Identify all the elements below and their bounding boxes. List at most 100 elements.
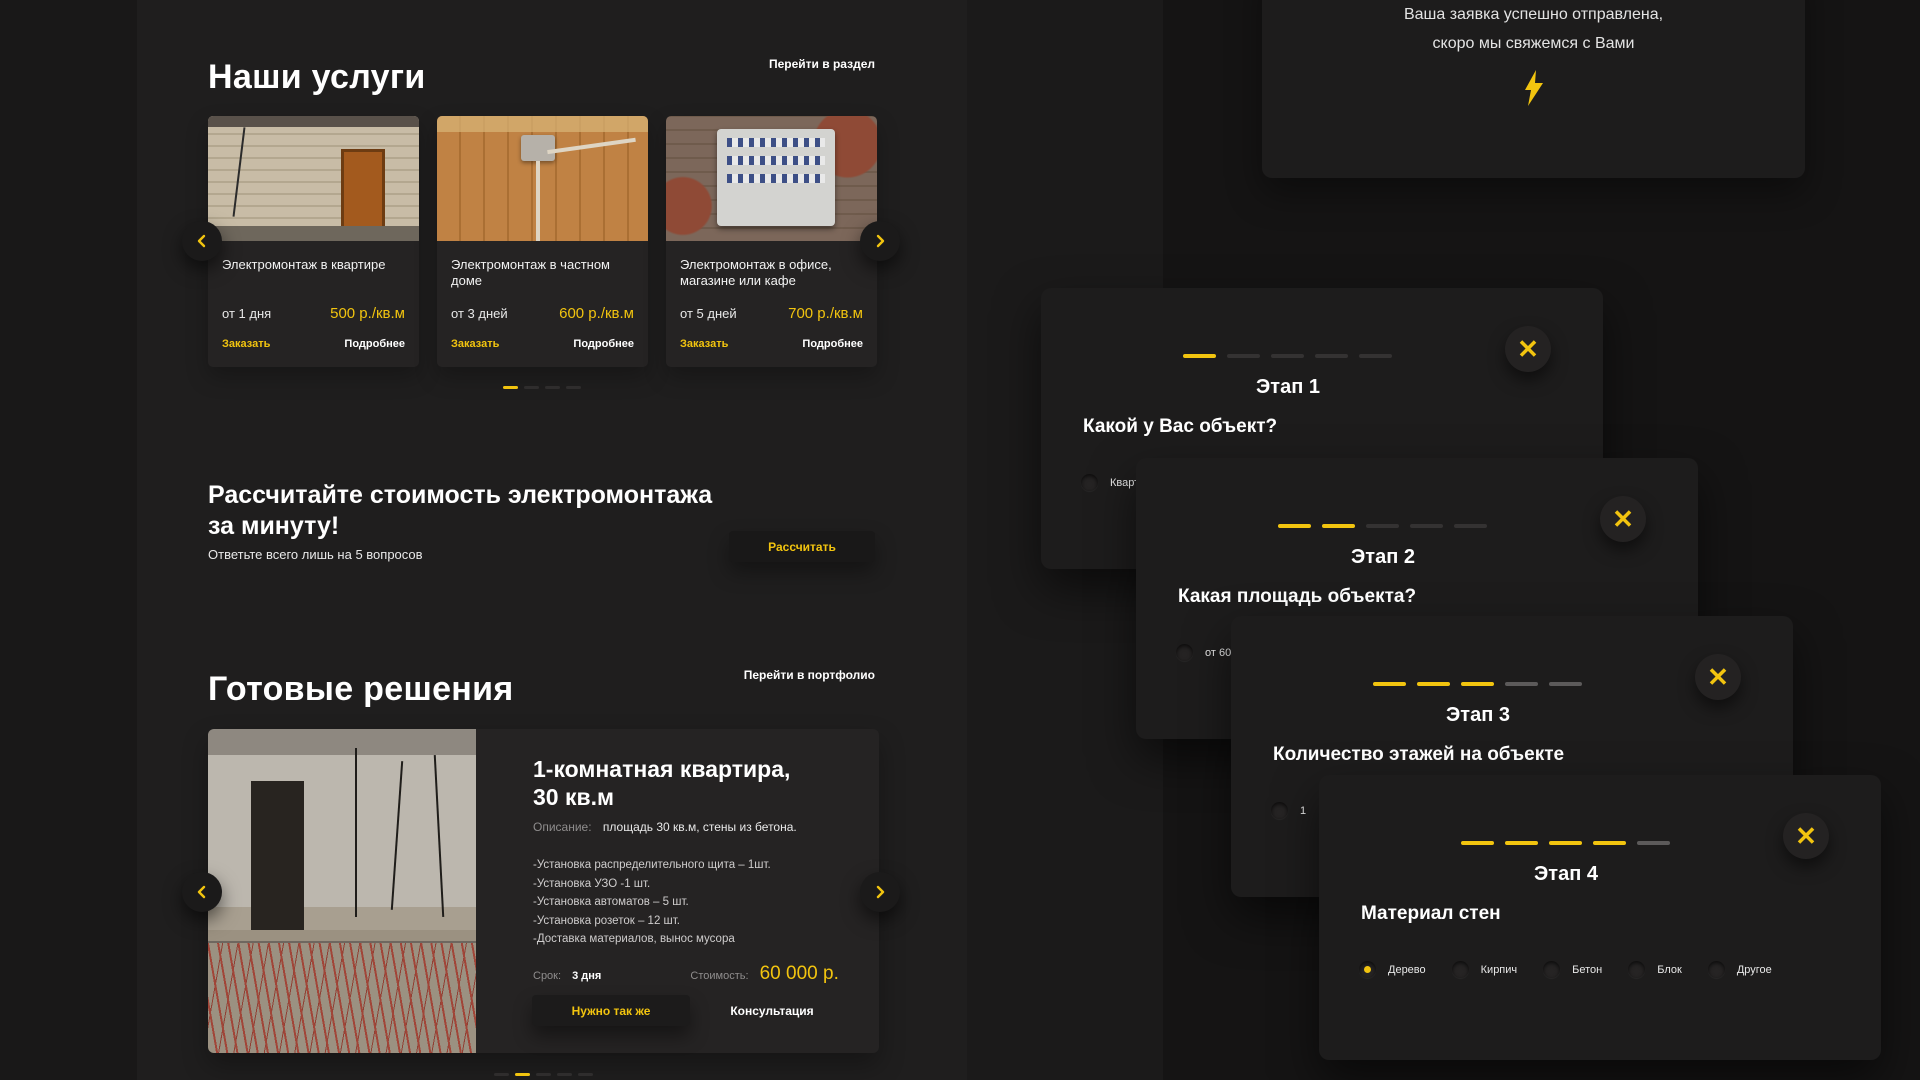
pagination-dot[interactable] — [503, 386, 518, 389]
close-button[interactable]: ✕ — [1783, 813, 1829, 859]
details-button[interactable]: Подробнее — [802, 338, 863, 350]
quiz-dialog-stage-4: Этап 4 Материал стен Дерево Кирпич Бетон… — [1319, 775, 1881, 1060]
radio-option[interactable]: 1 — [1271, 802, 1306, 819]
pagination-dot[interactable] — [494, 1073, 509, 1076]
portfolio-item-title-line2: 30 кв.м — [533, 783, 790, 811]
need-same-button[interactable]: Нужно так же — [532, 995, 690, 1026]
service-photo-wooden-house — [437, 116, 648, 241]
order-button[interactable]: Заказать — [222, 338, 270, 350]
portfolio-next-button[interactable] — [860, 872, 900, 912]
success-toast: Ваша заявка успешно отправлена, скоро мы… — [1262, 0, 1805, 178]
photo-detail — [434, 755, 444, 917]
radio-label: Кирпич — [1481, 964, 1518, 976]
photo-detail — [536, 161, 540, 241]
close-button[interactable]: ✕ — [1505, 326, 1551, 372]
service-price: 700 р./кв.м — [788, 305, 863, 322]
chevron-left-icon — [195, 885, 209, 899]
close-icon: ✕ — [1517, 336, 1539, 362]
photo-detail — [727, 174, 825, 183]
progress-segment — [1454, 524, 1487, 528]
services-prev-button[interactable] — [182, 221, 222, 261]
service-term: от 3 дней — [451, 306, 508, 321]
stage-title: Этап 3 — [1197, 704, 1759, 727]
quiz-question: Количество этажей на объекте — [1273, 744, 1564, 766]
service-card-title: Электромонтаж в офисе, магазине или кафе — [680, 257, 863, 289]
service-card-body: Электромонтаж в офисе, магазине или кафе… — [666, 241, 877, 350]
progress-segment — [1183, 354, 1216, 358]
radio-label: Дерево — [1388, 964, 1426, 976]
toast-line1: Ваша заявка успешно отправлена, — [1262, 6, 1805, 24]
pagination-dot[interactable] — [545, 386, 560, 389]
radio-icon — [1176, 644, 1193, 661]
portfolio-section-link[interactable]: Перейти в портфолио — [744, 668, 875, 682]
portfolio-item-title-line1: 1-комнатная квартира, — [533, 755, 790, 783]
photo-detail — [355, 748, 357, 916]
cost-value: 60 000 р. — [760, 963, 839, 984]
radio-option-wood[interactable]: Дерево — [1359, 961, 1426, 978]
work-list-item: -Доставка материалов, вынос мусора — [533, 930, 771, 949]
quiz-options: Дерево Кирпич Бетон Блок Другое — [1359, 961, 1772, 978]
chevron-right-icon — [873, 885, 887, 899]
pagination-dot[interactable] — [557, 1073, 572, 1076]
progress-segment — [1505, 841, 1538, 845]
photo-detail — [390, 762, 402, 911]
progress-segment — [1322, 524, 1355, 528]
chevron-right-icon — [873, 234, 887, 248]
portfolio-description: Описание: площадь 30 кв.м, стены из бето… — [533, 820, 797, 834]
pagination-dot[interactable] — [524, 386, 539, 389]
details-button[interactable]: Подробнее — [573, 338, 634, 350]
progress-segment — [1593, 841, 1626, 845]
close-icon: ✕ — [1612, 506, 1634, 532]
services-section-link[interactable]: Перейти в раздел — [769, 57, 875, 71]
portfolio-card: 1-комнатная квартира, 30 кв.м Описание: … — [208, 729, 879, 1053]
progress-segment — [1505, 682, 1538, 686]
cost-label: Стоимость: — [690, 970, 748, 982]
radio-option-other[interactable]: Другое — [1708, 961, 1772, 978]
progress-segment — [1315, 354, 1348, 358]
service-photo-apartment — [208, 116, 419, 241]
description-value: площадь 30 кв.м, стены из бетона. — [603, 820, 797, 834]
progress-segment — [1373, 682, 1406, 686]
radio-label: Блок — [1657, 964, 1682, 976]
photo-detail — [232, 127, 245, 217]
background-strip-left — [0, 0, 137, 1080]
progress-bar — [1183, 354, 1392, 358]
calculate-button[interactable]: Рассчитать — [729, 531, 875, 562]
progress-segment — [1366, 524, 1399, 528]
radio-icon — [1543, 961, 1560, 978]
close-button[interactable]: ✕ — [1695, 654, 1741, 700]
photo-detail — [208, 943, 476, 1053]
services-card-list: Электромонтаж в квартире от 1 дня 500 р.… — [208, 116, 877, 367]
photo-detail — [251, 781, 305, 930]
radio-option-concrete[interactable]: Бетон — [1543, 961, 1602, 978]
stage-title: Этап 1 — [1007, 376, 1569, 399]
pagination-dot[interactable] — [515, 1073, 530, 1076]
term-value: 3 дня — [572, 970, 601, 982]
details-button[interactable]: Подробнее — [344, 338, 405, 350]
radio-icon — [1708, 961, 1725, 978]
calculator-subtitle: Ответьте всего лишь на 5 вопросов — [208, 547, 423, 562]
stage-title: Этап 4 — [1285, 863, 1847, 886]
services-next-button[interactable] — [860, 221, 900, 261]
photo-detail — [208, 226, 419, 241]
progress-segment — [1461, 682, 1494, 686]
close-button[interactable]: ✕ — [1600, 496, 1646, 542]
service-card: Электромонтаж в квартире от 1 дня 500 р.… — [208, 116, 419, 367]
order-button[interactable]: Заказать — [680, 338, 728, 350]
consultation-button[interactable]: Консультация — [712, 995, 832, 1026]
radio-icon — [1628, 961, 1645, 978]
quiz-question: Какая площадь объекта? — [1178, 586, 1416, 608]
portfolio-item-title: 1-комнатная квартира, 30 кв.м — [533, 755, 790, 811]
progress-bar — [1278, 524, 1487, 528]
pagination-dot[interactable] — [578, 1073, 593, 1076]
order-button[interactable]: Заказать — [451, 338, 499, 350]
service-card: Электромонтаж в офисе, магазине или кафе… — [666, 116, 877, 367]
pagination-dot[interactable] — [536, 1073, 551, 1076]
portfolio-prev-button[interactable] — [182, 872, 222, 912]
photo-detail — [521, 135, 555, 161]
radio-option-brick[interactable]: Кирпич — [1452, 961, 1518, 978]
radio-option-block[interactable]: Блок — [1628, 961, 1682, 978]
portfolio-photo — [208, 729, 476, 1053]
work-list-item: -Установка розеток – 12 шт. — [533, 912, 771, 931]
pagination-dot[interactable] — [566, 386, 581, 389]
